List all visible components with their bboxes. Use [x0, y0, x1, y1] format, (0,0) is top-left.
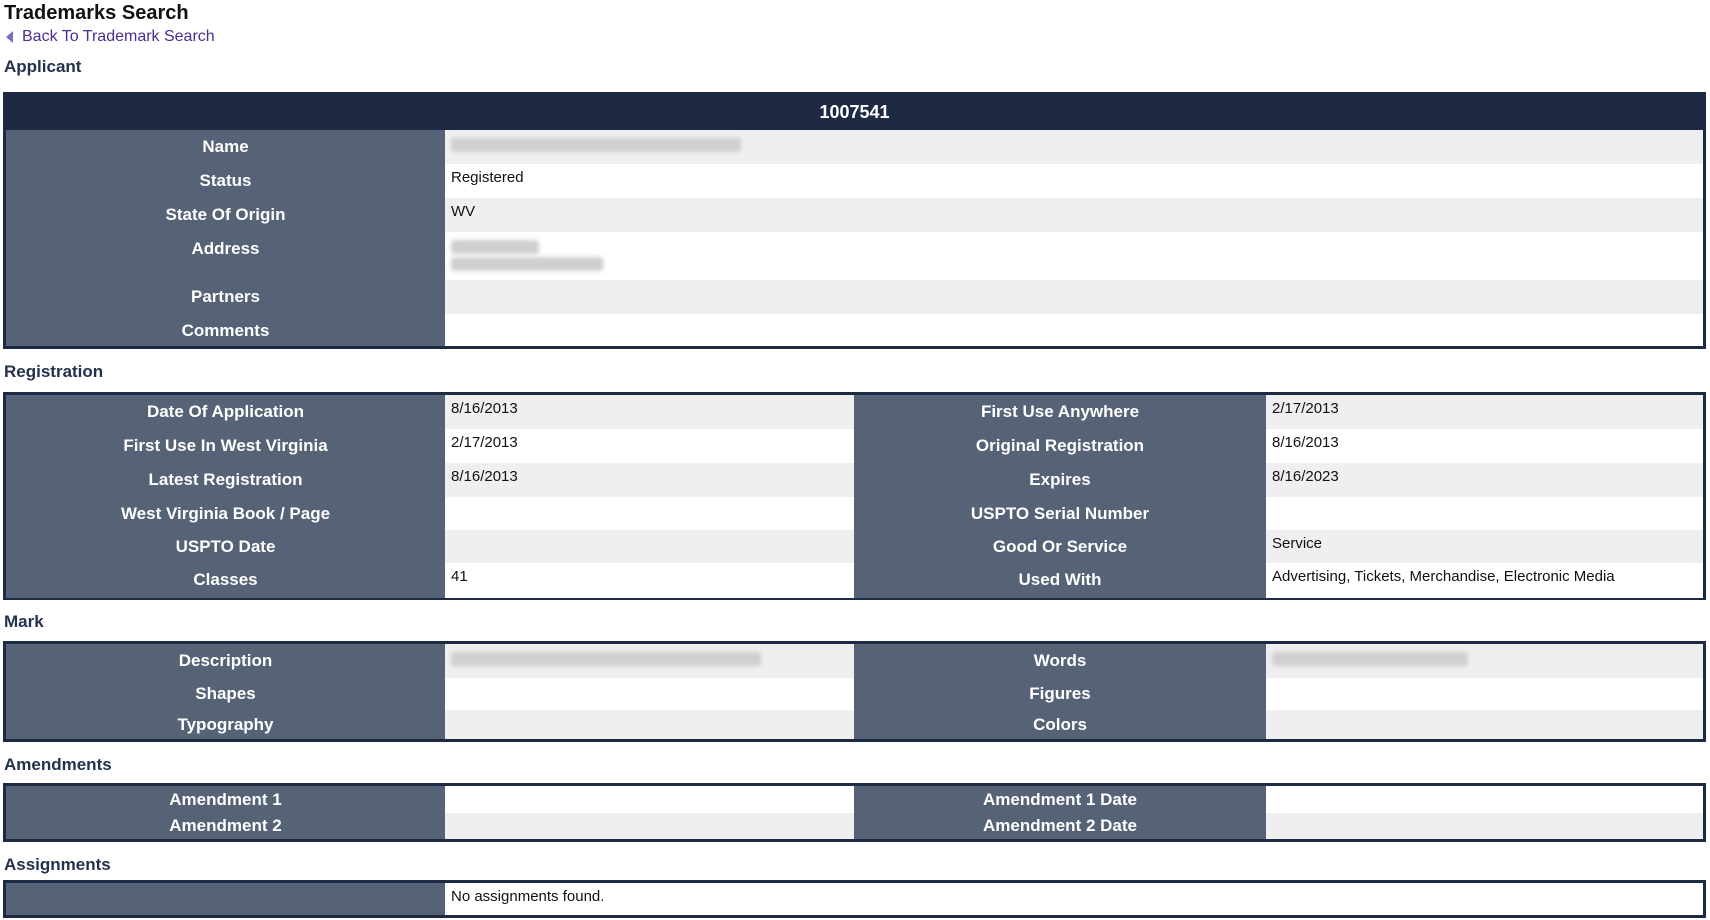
applicant-row-state: State Of Origin WV — [6, 198, 1703, 232]
label-first-use-in-wv: First Use In West Virginia — [6, 429, 445, 463]
label-original-registration: Original Registration — [854, 429, 1266, 463]
value-state-of-origin: WV — [445, 198, 1703, 232]
label-address: Address — [6, 232, 445, 280]
assignments-row: No assignments found. — [6, 883, 1703, 915]
amendments-row: Amendment 2 Amendment 2 Date — [6, 813, 1703, 839]
value-comments — [445, 314, 1703, 346]
label-amendment-2: Amendment 2 — [6, 813, 445, 839]
registration-row: First Use In West Virginia 2/17/2013 Ori… — [6, 429, 1703, 463]
label-figures: Figures — [854, 678, 1266, 710]
value-first-use-anywhere: 2/17/2013 — [1266, 395, 1703, 429]
value-wv-book-page — [445, 497, 854, 530]
label-colors: Colors — [854, 710, 1266, 739]
label-uspto-serial-number: USPTO Serial Number — [854, 497, 1266, 530]
value-good-or-service: Service — [1266, 530, 1703, 563]
redacted-address-line2 — [451, 257, 603, 272]
value-original-registration: 8/16/2013 — [1266, 429, 1703, 463]
assignments-table: No assignments found. — [3, 880, 1706, 918]
applicant-table: 1007541 Name Status Registered State Of … — [3, 92, 1706, 349]
value-date-of-application: 8/16/2013 — [445, 395, 854, 429]
value-status: Registered — [445, 164, 1703, 198]
applicant-row-name: Name — [6, 130, 1703, 164]
mark-row: Typography Colors — [6, 710, 1703, 739]
applicant-row-address: Address — [6, 232, 1703, 280]
value-typography — [445, 710, 854, 739]
value-words — [1266, 644, 1703, 678]
value-uspto-date — [445, 530, 854, 563]
page-title: Trademarks Search — [4, 2, 189, 24]
section-heading-registration: Registration — [4, 362, 104, 381]
registration-row: USPTO Date Good Or Service Service — [6, 530, 1703, 563]
registration-row: Classes 41 Used With Advertising, Ticket… — [6, 563, 1703, 598]
label-latest-registration: Latest Registration — [6, 463, 445, 497]
amendments-table: Amendment 1 Amendment 1 Date Amendment 2… — [3, 783, 1706, 842]
label-partners: Partners — [6, 280, 445, 314]
value-description — [445, 644, 854, 678]
label-good-or-service: Good Or Service — [854, 530, 1266, 563]
applicant-row-status: Status Registered — [6, 164, 1703, 198]
value-uspto-serial-number — [1266, 497, 1703, 530]
back-arrow-icon — [6, 31, 13, 43]
value-amendment-2-date — [1266, 813, 1703, 839]
value-amendment-2 — [445, 813, 854, 839]
value-colors — [1266, 710, 1703, 739]
label-typography: Typography — [6, 710, 445, 739]
label-uspto-date: USPTO Date — [6, 530, 445, 563]
label-used-with: Used With — [854, 563, 1266, 598]
registration-table: Date Of Application 8/16/2013 First Use … — [3, 392, 1706, 600]
value-address — [445, 232, 1703, 280]
label-wv-book-page: West Virginia Book / Page — [6, 497, 445, 530]
mark-row: Description Words — [6, 644, 1703, 678]
label-shapes: Shapes — [6, 678, 445, 710]
redacted-words — [1272, 652, 1468, 667]
registration-row: Date Of Application 8/16/2013 First Use … — [6, 395, 1703, 429]
redacted-description — [451, 652, 761, 667]
redacted-address-line1 — [451, 240, 539, 255]
value-amendment-1-date — [1266, 786, 1703, 813]
section-heading-assignments: Assignments — [4, 855, 111, 874]
registration-row: West Virginia Book / Page USPTO Serial N… — [6, 497, 1703, 530]
label-expires: Expires — [854, 463, 1266, 497]
label-assignments — [6, 883, 445, 915]
redacted-name — [451, 138, 741, 153]
back-to-search-link[interactable]: Back To Trademark Search — [6, 28, 215, 46]
trademark-detail-page: Trademarks Search Back To Trademark Sear… — [0, 0, 1710, 920]
label-comments: Comments — [6, 314, 445, 346]
value-amendment-1 — [445, 786, 854, 813]
value-name — [445, 130, 1703, 164]
label-description: Description — [6, 644, 445, 678]
value-latest-registration: 8/16/2013 — [445, 463, 854, 497]
mark-row: Shapes Figures — [6, 678, 1703, 710]
label-amendment-2-date: Amendment 2 Date — [854, 813, 1266, 839]
value-partners — [445, 280, 1703, 314]
section-heading-amendments: Amendments — [4, 755, 112, 774]
value-expires: 8/16/2023 — [1266, 463, 1703, 497]
back-link-label: Back To Trademark Search — [22, 28, 215, 45]
label-first-use-anywhere: First Use Anywhere — [854, 395, 1266, 429]
amendments-row: Amendment 1 Amendment 1 Date — [6, 786, 1703, 813]
mark-table: Description Words Shapes Figures Typogra… — [3, 641, 1706, 742]
applicant-id-header: 1007541 — [6, 95, 1703, 130]
registration-row: Latest Registration 8/16/2013 Expires 8/… — [6, 463, 1703, 497]
label-state-of-origin: State Of Origin — [6, 198, 445, 232]
value-shapes — [445, 678, 854, 710]
value-first-use-in-wv: 2/17/2013 — [445, 429, 854, 463]
value-classes: 41 — [445, 563, 854, 598]
applicant-row-partners: Partners — [6, 280, 1703, 314]
section-heading-mark: Mark — [4, 612, 44, 631]
label-date-of-application: Date Of Application — [6, 395, 445, 429]
section-heading-applicant: Applicant — [4, 57, 82, 76]
label-words: Words — [854, 644, 1266, 678]
label-status: Status — [6, 164, 445, 198]
value-figures — [1266, 678, 1703, 710]
label-name: Name — [6, 130, 445, 164]
applicant-row-comments: Comments — [6, 314, 1703, 346]
value-used-with: Advertising, Tickets, Merchandise, Elect… — [1266, 563, 1703, 598]
label-classes: Classes — [6, 563, 445, 598]
label-amendment-1: Amendment 1 — [6, 786, 445, 813]
value-assignments: No assignments found. — [445, 883, 1703, 915]
label-amendment-1-date: Amendment 1 Date — [854, 786, 1266, 813]
